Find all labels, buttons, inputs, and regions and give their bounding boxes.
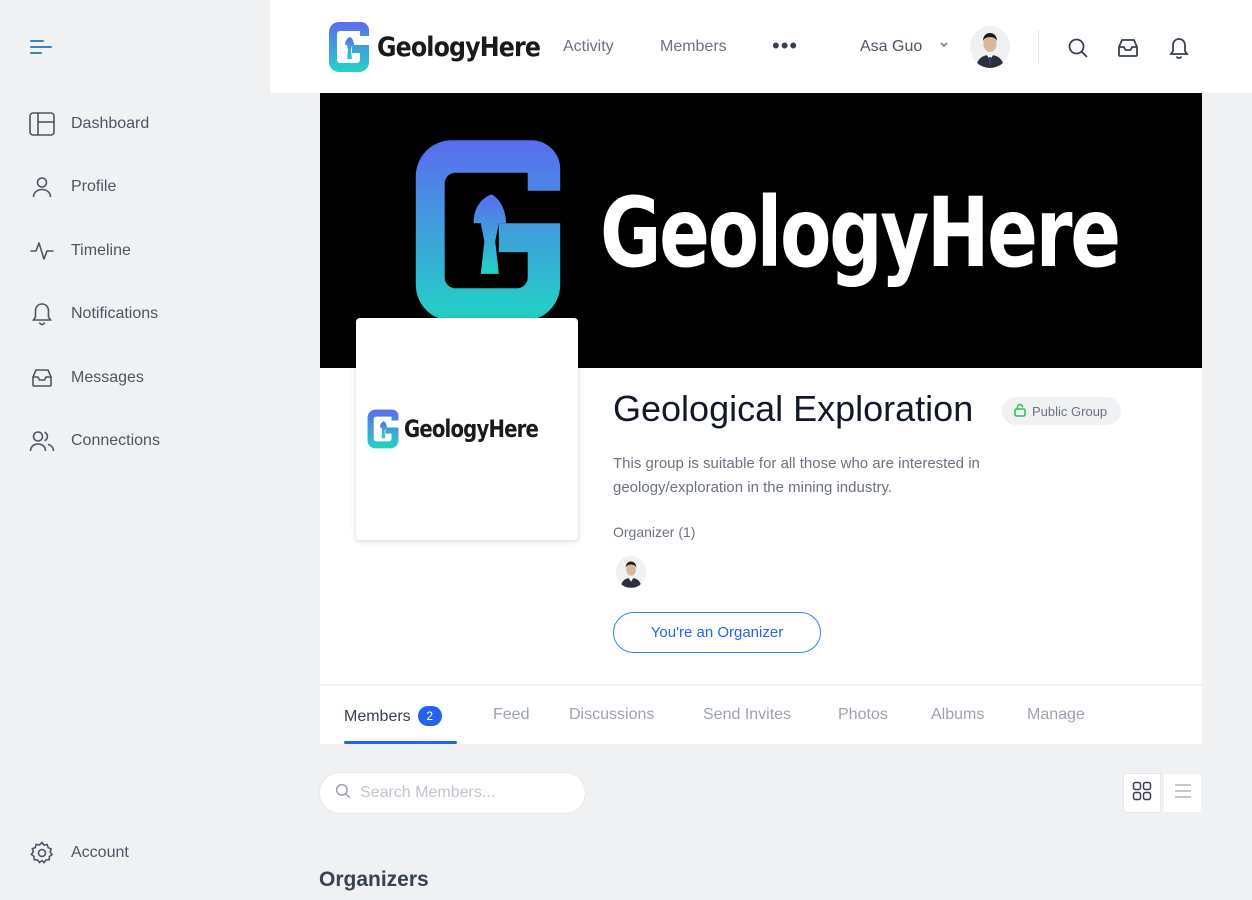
active-tab-indicator bbox=[344, 741, 457, 744]
sidebar-item-connections[interactable]: Connections bbox=[28, 421, 248, 461]
member-count-badge: 2 bbox=[417, 706, 442, 726]
tab-members[interactable]: Members 2 bbox=[344, 706, 442, 726]
sidebar-item-profile[interactable]: Profile bbox=[28, 167, 248, 207]
organizer-avatar[interactable] bbox=[616, 556, 646, 588]
sidebar-item-label: Profile bbox=[71, 178, 117, 195]
grid-icon bbox=[1132, 781, 1152, 806]
divider bbox=[1038, 30, 1039, 64]
timeline-icon bbox=[28, 237, 56, 265]
menu-toggle-icon[interactable] bbox=[30, 38, 54, 58]
brand-name: GeologyHere bbox=[377, 31, 541, 63]
sidebar-item-notifications[interactable]: Notifications bbox=[28, 294, 248, 334]
users-icon bbox=[28, 427, 56, 455]
sidebar-item-messages[interactable]: Messages bbox=[28, 358, 248, 398]
sidebar-item-label: Connections bbox=[71, 432, 160, 449]
badge-label: Public Group bbox=[1032, 403, 1108, 419]
more-menu-icon[interactable]: ••• bbox=[772, 35, 798, 57]
search-icon bbox=[334, 782, 352, 805]
inbox-icon[interactable] bbox=[1116, 36, 1140, 60]
list-view-button[interactable] bbox=[1164, 773, 1202, 813]
tab-photos[interactable]: Photos bbox=[838, 706, 888, 724]
nav-link-members[interactable]: Members bbox=[660, 38, 727, 56]
group-title: Geological Exploration bbox=[613, 388, 974, 429]
account-label: Account bbox=[71, 844, 129, 861]
user-name[interactable]: Asa Guo bbox=[860, 38, 922, 56]
brand-logo[interactable]: GeologyHere bbox=[327, 20, 562, 74]
logo-icon bbox=[367, 409, 399, 449]
sidebar-item-label: Timeline bbox=[71, 242, 131, 259]
inbox-icon bbox=[28, 364, 56, 392]
sidebar-item-label: Dashboard bbox=[71, 115, 150, 132]
sidebar: Dashboard Profile Timeline Notifications… bbox=[0, 0, 270, 900]
chevron-down-icon[interactable] bbox=[939, 38, 949, 57]
grid-view-button[interactable] bbox=[1123, 773, 1161, 813]
dashboard-icon bbox=[28, 110, 56, 138]
tab-feed[interactable]: Feed bbox=[493, 706, 529, 724]
list-icon bbox=[1173, 782, 1193, 805]
status-badge: Public Group bbox=[1002, 397, 1122, 425]
sidebar-item-account[interactable]: Account bbox=[28, 833, 248, 873]
tab-discussions[interactable]: Discussions bbox=[569, 706, 654, 724]
tab-manage[interactable]: Manage bbox=[1027, 706, 1085, 724]
cover-brand-text: GeologyHere bbox=[600, 177, 1121, 289]
sidebar-item-label: Messages bbox=[71, 369, 144, 386]
tab-label: Members bbox=[344, 708, 411, 725]
bell-icon bbox=[28, 300, 56, 328]
organizer-button[interactable]: You're an Organizer bbox=[613, 612, 821, 653]
cover-logo-icon bbox=[408, 133, 568, 328]
sidebar-item-dashboard[interactable]: Dashboard bbox=[28, 104, 248, 144]
organizer-label: Organizer (1) bbox=[613, 524, 696, 540]
group-logo-text: GeologyHere bbox=[404, 415, 539, 443]
lock-open-icon bbox=[1014, 403, 1026, 420]
tab-albums[interactable]: Albums bbox=[931, 706, 984, 724]
sidebar-item-label: Notifications bbox=[71, 305, 159, 322]
top-header: GeologyHere Activity Members ••• Asa Guo bbox=[270, 0, 1252, 93]
bell-icon[interactable] bbox=[1167, 36, 1191, 60]
search-input[interactable] bbox=[360, 784, 570, 802]
gear-icon bbox=[28, 839, 56, 867]
search-icon[interactable] bbox=[1066, 36, 1090, 60]
group-tabs: Members 2 Feed Discussions Send Invites P… bbox=[320, 686, 1202, 744]
group-description: This group is suitable for all those who… bbox=[613, 455, 980, 496]
group-avatar[interactable]: GeologyHere bbox=[356, 318, 578, 540]
nav-link-activity[interactable]: Activity bbox=[563, 38, 614, 56]
user-avatar[interactable] bbox=[970, 26, 1010, 68]
sidebar-item-timeline[interactable]: Timeline bbox=[28, 231, 248, 271]
logo-icon bbox=[329, 22, 369, 72]
section-title-organizers: Organizers bbox=[319, 868, 429, 891]
member-search[interactable] bbox=[319, 772, 586, 814]
group-logo: GeologyHere bbox=[366, 407, 567, 451]
profile-icon bbox=[28, 173, 56, 201]
tab-send-invites[interactable]: Send Invites bbox=[703, 706, 791, 724]
